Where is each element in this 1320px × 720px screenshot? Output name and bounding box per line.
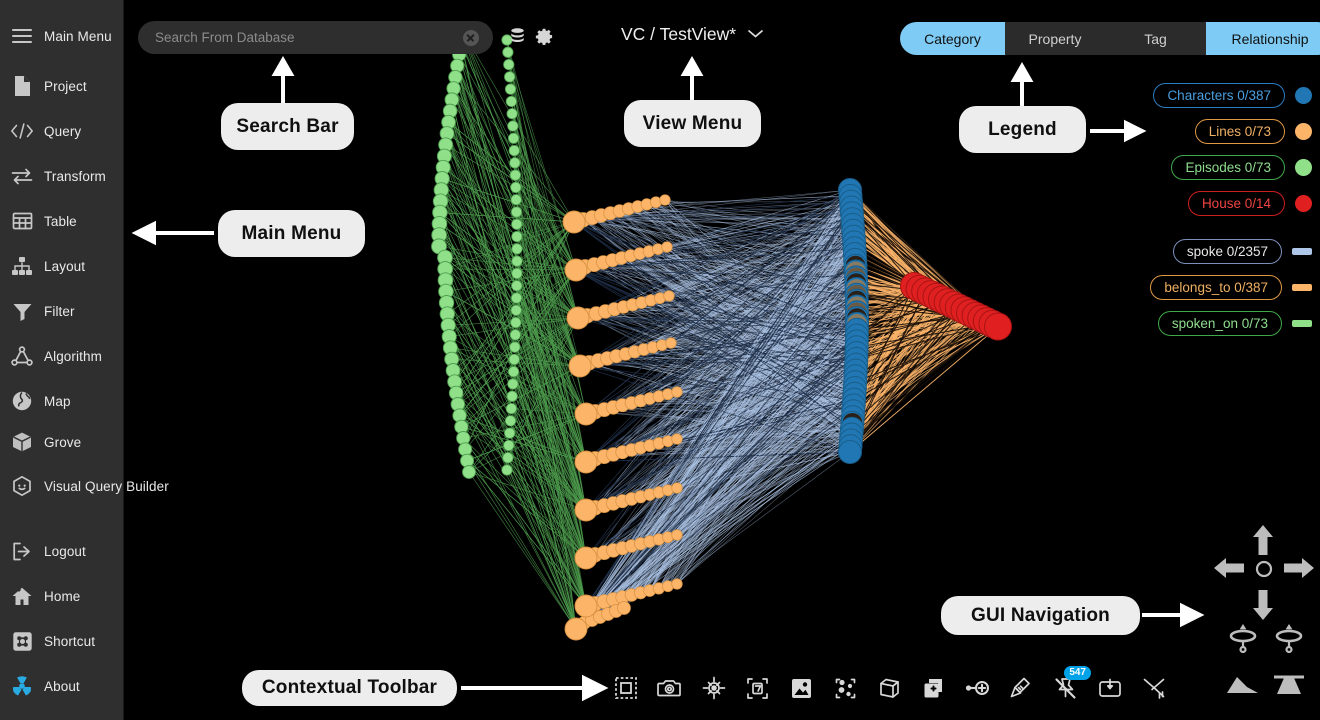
arrow-left-icon <box>1214 558 1244 585</box>
center-circle-icon <box>1255 560 1273 582</box>
hexagon-icon <box>0 475 44 497</box>
tilt-down-icon <box>1226 677 1260 701</box>
sidebar-item-label: Visual Query Builder <box>44 478 169 494</box>
sidebar-item-filter[interactable]: Filter <box>0 293 124 329</box>
callout-main-menu: Main Menu <box>218 210 365 257</box>
sidebar-item-label: Project <box>44 78 87 94</box>
callout-contextual-toolbar: Contextual Toolbar <box>242 670 457 706</box>
sidebar-item-project[interactable]: Project <box>0 68 124 104</box>
sidebar-item-label: Map <box>44 393 71 409</box>
sidebar-item-main-menu[interactable]: Main Menu <box>0 18 124 54</box>
sidebar-item-logout[interactable]: Logout <box>0 533 124 569</box>
note-button[interactable] <box>1096 675 1123 702</box>
sidebar-item-map[interactable]: Map <box>0 383 124 419</box>
rotate-right-button[interactable] <box>1272 623 1306 658</box>
hierarchy-icon <box>0 256 44 277</box>
brush-button[interactable] <box>1008 675 1035 702</box>
rotate-right-icon <box>1272 624 1306 657</box>
pan-up-button[interactable] <box>1250 525 1276 560</box>
sidebar-item-label: Grove <box>44 434 82 450</box>
sidebar-item-label: About <box>44 678 80 694</box>
arrow-up-icon <box>1250 525 1276 559</box>
crop-label-button[interactable] <box>744 675 771 702</box>
arrow-right-icon <box>1284 558 1314 585</box>
tilt-down-button[interactable] <box>1226 673 1260 702</box>
sidebar-item-label: Table <box>44 213 77 229</box>
tilt-up-button[interactable] <box>1272 673 1306 702</box>
arrow-down-icon <box>1250 590 1276 624</box>
hamburger-icon <box>0 25 44 47</box>
funnel-icon <box>0 301 44 322</box>
sidebar: Main Menu Project Query Transform Table Layou… <box>0 0 169 720</box>
about-radiation-icon <box>0 675 44 697</box>
sidebar-item-label: Main Menu <box>44 28 112 44</box>
sidebar-item-layout[interactable]: Layout <box>0 248 124 284</box>
home-icon <box>0 586 44 607</box>
callout-legend: Legend <box>959 106 1086 153</box>
algorithm-nodes-icon <box>0 345 44 367</box>
pinned-count-badge: 547 <box>1064 665 1091 680</box>
sidebar-item-table[interactable]: Table <box>0 203 124 239</box>
sidebar-item-label: Query <box>44 123 82 139</box>
cube-icon <box>0 431 44 453</box>
unpin-button[interactable]: 547 <box>1052 665 1091 702</box>
screenshot-button[interactable] <box>656 675 683 702</box>
sidebar-item-query[interactable]: Query <box>0 113 124 149</box>
sidebar-item-visual-query-builder[interactable]: Visual Query Builder <box>0 468 169 504</box>
image-node-button[interactable] <box>788 675 815 702</box>
callout-view-menu: View Menu <box>624 100 761 147</box>
pan-left-button[interactable] <box>1214 555 1244 586</box>
pan-down-button[interactable] <box>1250 590 1276 625</box>
add-node-button[interactable] <box>964 675 991 702</box>
sidebar-item-home[interactable]: Home <box>0 578 124 614</box>
sidebar-item-label: Filter <box>44 303 75 319</box>
sidebar-item-label: Home <box>44 588 81 604</box>
cut-edges-button[interactable] <box>1140 675 1167 702</box>
bounding-box-button[interactable] <box>876 675 903 702</box>
contextual-toolbar: 547 <box>612 665 1167 706</box>
focus-button[interactable] <box>700 675 727 702</box>
app-root: Main Menu Project Query Transform Table Layou… <box>0 0 1320 720</box>
sidebar-item-about[interactable]: About <box>0 668 124 704</box>
command-key-icon <box>0 631 44 652</box>
sidebar-item-label: Algorithm <box>44 348 102 364</box>
rotate-left-button[interactable] <box>1226 623 1260 658</box>
callout-gui-navigation: GUI Navigation <box>941 596 1140 635</box>
logout-icon <box>0 541 44 562</box>
sidebar-item-label: Transform <box>44 168 106 184</box>
document-icon <box>0 75 44 97</box>
tilt-up-icon <box>1272 675 1306 701</box>
recenter-button[interactable] <box>1255 560 1273 583</box>
sidebar-item-grove[interactable]: Grove <box>0 424 124 460</box>
sidebar-item-label: Shortcut <box>44 633 96 649</box>
gui-navigation-pad <box>1214 525 1314 705</box>
rotate-left-icon <box>1226 624 1260 657</box>
transform-arrows-icon <box>0 166 44 186</box>
code-brackets-icon <box>0 121 44 141</box>
sidebar-item-transform[interactable]: Transform <box>0 158 124 194</box>
pan-right-button[interactable] <box>1284 555 1314 586</box>
select-region-button[interactable] <box>612 675 639 702</box>
sidebar-item-label: Layout <box>44 258 86 274</box>
cluster-button[interactable] <box>832 675 859 702</box>
callout-search-bar: Search Bar <box>221 103 354 150</box>
sidebar-item-label: Logout <box>44 543 86 559</box>
table-grid-icon <box>0 211 44 231</box>
sidebar-item-algorithm[interactable]: Algorithm <box>0 338 124 374</box>
sidebar-item-shortcut[interactable]: Shortcut <box>0 623 124 659</box>
add-card-button[interactable] <box>920 675 947 702</box>
globe-icon <box>0 390 44 412</box>
